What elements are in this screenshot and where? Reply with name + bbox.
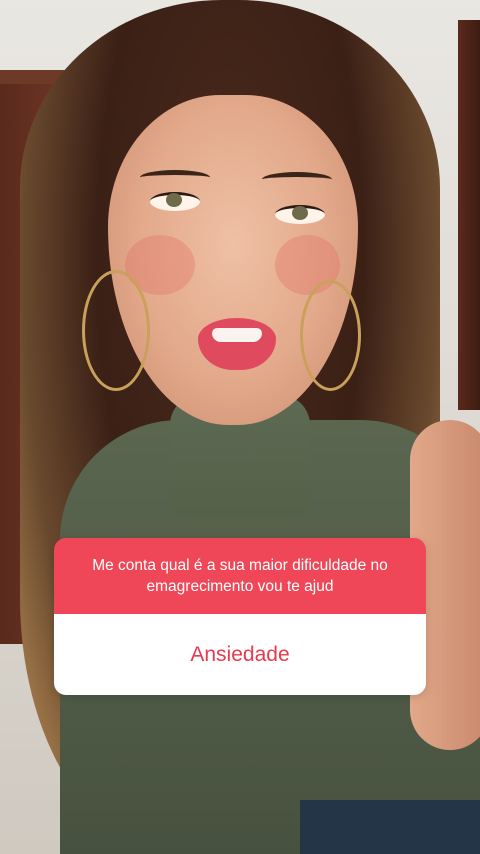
question-sticker[interactable]: Me conta qual é a sua maior dificuldade … [54,538,426,695]
answer-text: Ansiedade [190,642,290,666]
question-text: Me conta qual é a sua maior dificuldade … [92,557,388,595]
wooden-frame [458,20,480,410]
question-sticker-header: Me conta qual é a sua maior dificuldade … [54,538,426,614]
story-view[interactable]: Me conta qual é a sua maior dificuldade … [0,0,480,854]
earring-right [300,280,361,391]
eyebrow-left [140,170,210,185]
iris-left [166,193,182,207]
eyebrow-right [262,172,332,187]
question-sticker-answer-area: Ansiedade [54,614,426,695]
person-jeans [300,800,480,854]
background-photo [0,0,480,854]
iris-right [292,206,308,220]
teeth [212,328,262,342]
earring-left [82,270,150,391]
